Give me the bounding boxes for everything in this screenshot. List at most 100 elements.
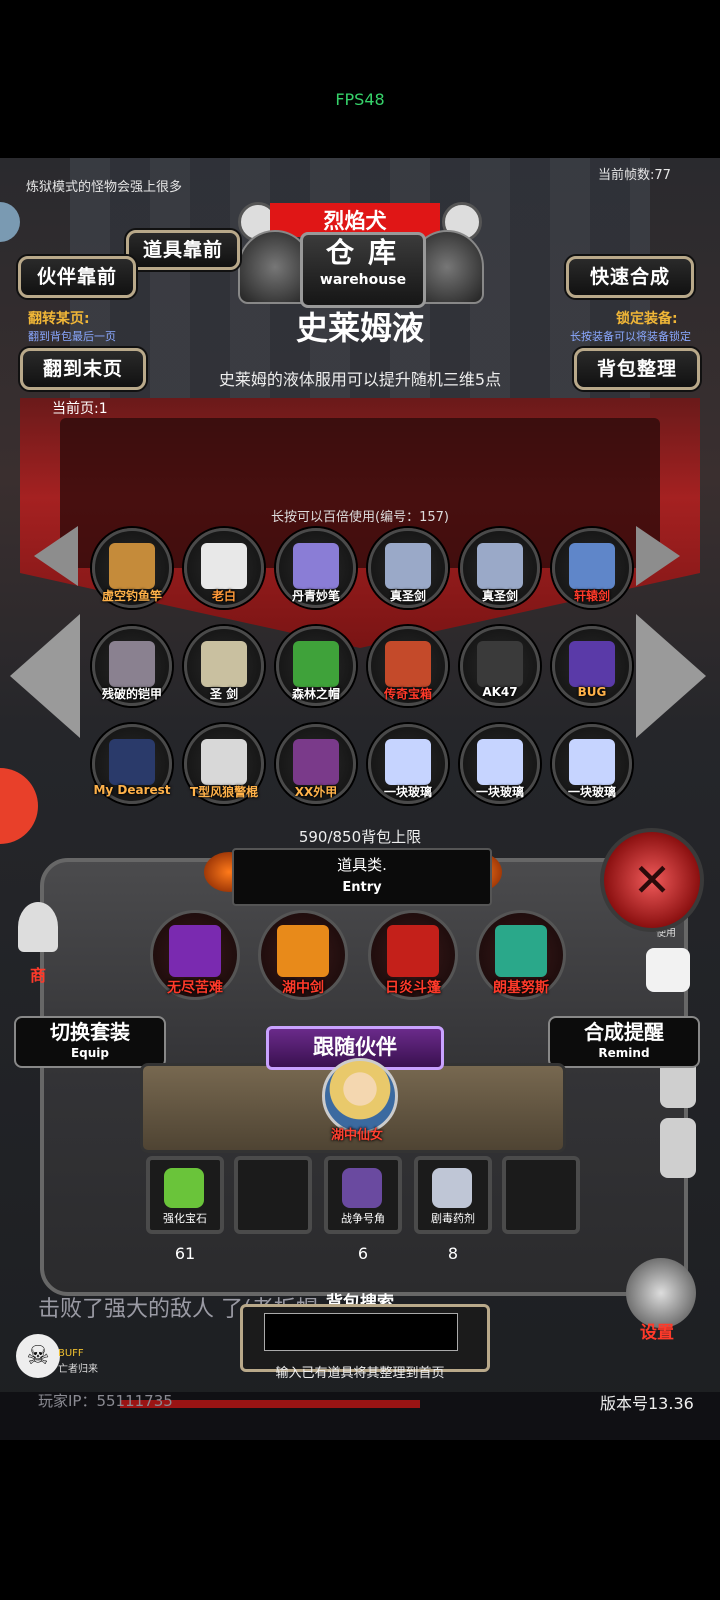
synth-remind-label: 合成提醒 bbox=[584, 1020, 664, 1044]
close-icon: ✕ bbox=[632, 853, 672, 907]
game-screen: 炼狱模式的怪物会强上很多 当前帧数:77 烈焰犬 仓库 warehouse 道具… bbox=[0, 158, 720, 1440]
glass-icon bbox=[477, 739, 523, 785]
xuanyuan-sword-icon bbox=[569, 543, 615, 589]
next-page-arrow-icon[interactable] bbox=[636, 614, 706, 738]
shop-icon[interactable] bbox=[18, 902, 58, 952]
holy-sword-icon bbox=[477, 543, 523, 589]
material-count: 6 bbox=[357, 1244, 369, 1263]
close-button[interactable]: ✕ bbox=[600, 828, 704, 932]
bag-capacity: 590/850背包上限 bbox=[298, 828, 422, 846]
white-dolphin-icon bbox=[201, 543, 247, 589]
fps-counter: FPS48 bbox=[335, 90, 385, 109]
left-orb-icon[interactable] bbox=[0, 202, 20, 242]
player-ip: 玩家IP：55111735 bbox=[38, 1392, 173, 1410]
hell-mode-notice: 炼狱模式的怪物会强上很多 bbox=[26, 180, 183, 195]
material-slot[interactable] bbox=[234, 1156, 312, 1234]
dark-orb-icon bbox=[109, 739, 155, 785]
glass-icon bbox=[385, 739, 431, 785]
broken-armor-icon bbox=[109, 641, 155, 687]
frame-count: 当前帧数:77 bbox=[598, 168, 671, 183]
bag-item-slot[interactable]: 一块玻璃 bbox=[552, 724, 632, 804]
switch-outfit-button[interactable]: 切换套装 Equip bbox=[14, 1016, 166, 1068]
items-front-button[interactable]: 道具靠前 bbox=[126, 230, 240, 270]
partner-front-button[interactable]: 伙伴靠前 bbox=[18, 256, 136, 298]
entry-category[interactable]: 道具类. Entry bbox=[232, 848, 492, 906]
version-number: 版本号13.36 bbox=[600, 1394, 694, 1413]
synth-remind-button[interactable]: 合成提醒 Remind bbox=[548, 1016, 700, 1068]
bag-item-label: 轩辕剑 bbox=[573, 589, 610, 603]
partner-avatar[interactable] bbox=[322, 1058, 398, 1134]
bag-item-slot[interactable]: 轩辕剑 bbox=[552, 528, 632, 608]
endless-suffering-icon bbox=[169, 925, 221, 977]
warehouse-title: 仓库 warehouse bbox=[300, 232, 426, 308]
material-slot[interactable] bbox=[502, 1156, 580, 1234]
bag-item-slot[interactable]: 森林之帽 bbox=[276, 626, 356, 706]
bag-search-input[interactable] bbox=[264, 1313, 458, 1351]
war-horn-icon bbox=[342, 1168, 382, 1208]
equipped-item-label: 无尽苦难 bbox=[167, 980, 223, 996]
rifle-icon bbox=[477, 641, 523, 687]
bag-item-slot[interactable]: 传奇宝箱 bbox=[368, 626, 448, 706]
last-page-button[interactable]: 翻到末页 bbox=[20, 348, 146, 390]
quick-synth-button[interactable]: 快速合成 bbox=[566, 256, 694, 298]
equipped-item[interactable]: 日炎斗篷 bbox=[368, 910, 458, 1000]
switch-outfit-sublabel: Equip bbox=[70, 1046, 110, 1060]
bag-item-label: 一块玻璃 bbox=[567, 785, 616, 799]
long-press-hint: 长按可以百倍使用(编号：157) bbox=[271, 510, 449, 525]
material-count: 8 bbox=[447, 1244, 459, 1263]
material-count: 61 bbox=[174, 1244, 196, 1263]
bag-item-slot[interactable]: XX外甲 bbox=[276, 724, 356, 804]
entry-subtitle: Entry bbox=[342, 880, 382, 895]
prev-page-arrow-icon[interactable] bbox=[10, 614, 80, 738]
warehouse-title-en: warehouse bbox=[319, 272, 407, 288]
buff-sublabel: 亡者归来 bbox=[58, 1364, 98, 1375]
equipped-item[interactable]: 湖中剑 bbox=[258, 910, 348, 1000]
equipped-item-label: 湖中剑 bbox=[282, 980, 324, 996]
equipped-item[interactable]: 朗基努斯 bbox=[476, 910, 566, 1000]
bag-search-hint: 输入已有道具将其整理到首页 bbox=[275, 1366, 445, 1381]
bag-item-slot[interactable]: BUG bbox=[552, 626, 632, 706]
bag-item-slot[interactable]: 丹青妙笔 bbox=[276, 528, 356, 608]
bag-item-slot[interactable]: 虚空钓鱼竿 bbox=[92, 528, 172, 608]
bag-sort-button[interactable]: 背包整理 bbox=[574, 348, 700, 390]
bag-item-slot[interactable]: 真圣剑 bbox=[460, 528, 540, 608]
sun-cloak-icon bbox=[387, 925, 439, 977]
equipped-item[interactable]: 无尽苦难 bbox=[150, 910, 240, 1000]
buff-label: BUFF bbox=[58, 1348, 84, 1359]
bag-item-slot[interactable]: 一块玻璃 bbox=[368, 724, 448, 804]
baton-icon bbox=[201, 739, 247, 785]
material-label: 强化宝石 bbox=[163, 1212, 207, 1225]
dice-icon[interactable] bbox=[646, 948, 690, 992]
bag-item-slot[interactable]: 真圣剑 bbox=[368, 528, 448, 608]
next-page-small-arrow-icon[interactable] bbox=[636, 526, 680, 586]
forest-hat-icon bbox=[293, 641, 339, 687]
bag-item-slot[interactable]: 老白 bbox=[184, 528, 264, 608]
current-page: 当前页:1 bbox=[52, 401, 108, 417]
bag-item-slot[interactable]: 残破的铠甲 bbox=[92, 626, 172, 706]
prev-page-small-arrow-icon[interactable] bbox=[34, 526, 78, 586]
material-slots: 强化宝石 61 战争号角 6 剧毒药剂 8 bbox=[0, 158, 720, 1263]
buff-skull-icon[interactable]: ☠ bbox=[16, 1334, 60, 1378]
entry-title: 道具类. bbox=[337, 856, 387, 874]
settings-button[interactable]: 设置 bbox=[640, 1318, 674, 1343]
material-label: 剧毒药剂 bbox=[431, 1212, 475, 1225]
bag-item-slot[interactable]: T型风狼警棍 bbox=[184, 724, 264, 804]
material-slot[interactable]: 强化宝石 61 bbox=[146, 1156, 224, 1263]
brush-icon bbox=[293, 543, 339, 589]
mech-armor-icon bbox=[293, 739, 339, 785]
material-label: 战争号角 bbox=[341, 1212, 385, 1225]
bag-item-slot[interactable]: My Dearest bbox=[92, 724, 172, 804]
material-slot[interactable]: 剧毒药剂 8 bbox=[414, 1156, 492, 1263]
side-menu-icon-2[interactable] bbox=[660, 1118, 696, 1178]
bag-item-slot[interactable]: 圣 剑 bbox=[184, 626, 264, 706]
bag-item-slot[interactable]: 一块玻璃 bbox=[460, 724, 540, 804]
fishing-rod-icon bbox=[109, 543, 155, 589]
synth-remind-sublabel: Remind bbox=[598, 1046, 650, 1060]
poison-potion-icon bbox=[432, 1168, 472, 1208]
bag-item-slot[interactable]: AK47 bbox=[460, 626, 540, 706]
holy-sword-icon bbox=[385, 543, 431, 589]
equipped-item-label: 日炎斗篷 bbox=[385, 980, 441, 996]
treasure-chest-icon bbox=[385, 641, 431, 687]
material-slot[interactable]: 战争号角 6 bbox=[324, 1156, 402, 1263]
lake-sword-icon bbox=[277, 925, 329, 977]
